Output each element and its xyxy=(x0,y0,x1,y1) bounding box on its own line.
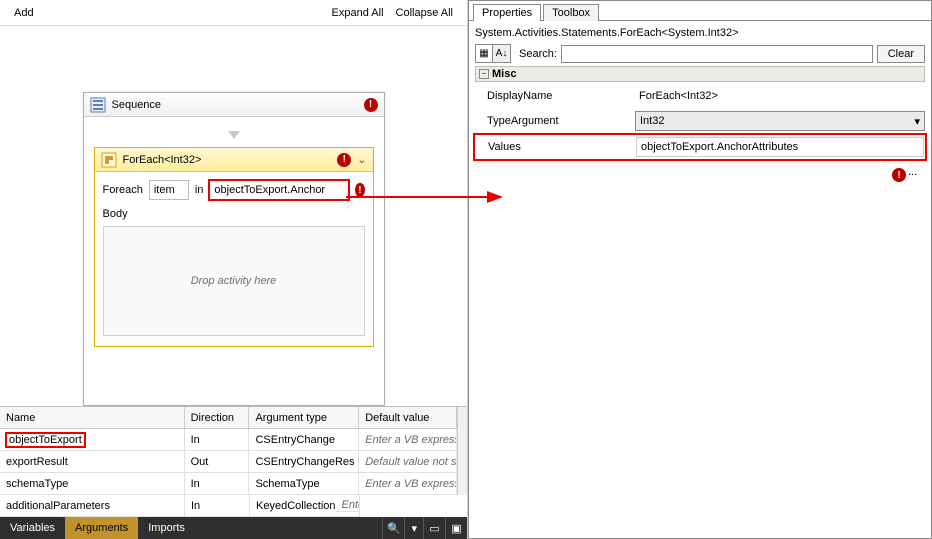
sequence-icon xyxy=(90,97,106,113)
col-direction[interactable]: Direction xyxy=(185,407,250,429)
error-icon: ! xyxy=(337,153,351,167)
error-icon: ! xyxy=(364,98,378,112)
category-label: Misc xyxy=(492,68,516,80)
prop-value-input[interactable]: objectToExport.AnchorAttributes xyxy=(636,137,924,157)
prop-name: Values xyxy=(476,141,636,153)
properties-tabstrip: Properties Toolbox xyxy=(473,3,931,20)
prop-value-dropdown[interactable]: Int32 ▾ xyxy=(635,111,925,131)
add-button[interactable]: Add xyxy=(8,7,40,19)
category-misc[interactable]: − Misc xyxy=(475,66,925,82)
table-row[interactable]: additionalParametersInKeyedCollectionEnt… xyxy=(0,495,467,517)
arg-name[interactable]: objectToExport xyxy=(0,429,185,451)
arg-default[interactable]: Enter a VB express xyxy=(359,473,457,495)
expand-all-button[interactable]: Expand All xyxy=(326,7,390,19)
sequence-title: Sequence xyxy=(112,99,364,111)
foreach-activity[interactable]: ForEach<Int32> ! ⌄ Foreach item in objec… xyxy=(94,147,374,347)
arg-direction[interactable]: In xyxy=(185,495,250,517)
arg-type[interactable]: CSEntryChange xyxy=(249,429,359,451)
property-search-row: ▦ A↓ Search: Clear xyxy=(475,44,925,63)
error-icon: ! xyxy=(892,168,906,182)
sequence-header[interactable]: Sequence ! xyxy=(84,93,384,117)
collapse-all-button[interactable]: Collapse All xyxy=(390,7,459,19)
drop-indicator-icon xyxy=(228,131,240,139)
arg-type[interactable]: CSEntryChangeRes xyxy=(249,451,359,473)
in-label: in xyxy=(195,184,204,196)
designer-canvas[interactable]: Sequence ! ForEach<Int32> ! ⌄ xyxy=(0,26,467,406)
prop-displayname[interactable]: DisplayName ForEach<Int32> xyxy=(475,85,925,107)
collapse-icon[interactable]: − xyxy=(479,69,489,79)
fit-icon[interactable]: ▣ xyxy=(445,517,467,539)
arguments-panel: Name Direction Argument type Default val… xyxy=(0,406,467,517)
zoom-percent[interactable]: ▾ xyxy=(404,517,423,539)
body-drop-zone[interactable]: Drop activity here xyxy=(103,226,365,336)
chevron-down-icon: ▾ xyxy=(914,115,920,128)
prop-name: TypeArgument xyxy=(475,115,635,127)
designer-pane: Add Expand All Collapse All Sequence ! xyxy=(0,0,468,539)
alphabetical-icon[interactable]: A↓ xyxy=(493,45,510,62)
values-expression-input[interactable]: objectToExport.Anchor xyxy=(209,180,349,200)
tab-imports[interactable]: Imports xyxy=(138,517,195,539)
prop-values[interactable]: Values objectToExport.AnchorAttributes xyxy=(476,136,924,158)
bottom-tab-bar: Variables Arguments Imports 🔍 ▾ ▭ ▣ xyxy=(0,517,467,539)
tab-arguments[interactable]: Arguments xyxy=(65,517,138,539)
foreach-header[interactable]: ForEach<Int32> ! ⌄ xyxy=(95,148,373,172)
properties-pane: Properties Toolbox System.Activities.Sta… xyxy=(468,0,932,539)
chevron-down-icon[interactable]: ⌄ xyxy=(357,153,366,166)
arg-default[interactable]: Enter a VB express xyxy=(359,429,457,451)
foreach-expression-row: Foreach item in objectToExport.Anchor ! xyxy=(95,172,373,208)
sort-mode-toggle[interactable]: ▦ A↓ xyxy=(475,44,511,63)
prop-values-highlight: Values objectToExport.AnchorAttributes xyxy=(475,135,925,159)
foreach-icon xyxy=(101,152,117,168)
tab-properties[interactable]: Properties xyxy=(473,4,541,21)
search-label: Search: xyxy=(519,48,557,60)
arg-type[interactable]: KeyedCollectionEnter a VB express xyxy=(250,495,360,517)
arg-direction[interactable]: Out xyxy=(185,451,250,473)
col-type[interactable]: Argument type xyxy=(249,407,359,429)
categorized-icon[interactable]: ▦ xyxy=(476,45,493,62)
table-row[interactable]: schemaTypeInSchemaTypeEnter a VB express xyxy=(0,473,467,495)
tab-toolbox[interactable]: Toolbox xyxy=(543,4,599,21)
overview-icon[interactable]: ▭ xyxy=(423,517,445,539)
property-search-input[interactable] xyxy=(561,45,873,63)
expression-editor-button[interactable]: ... xyxy=(908,166,917,178)
arg-default[interactable]: Enter a VB express xyxy=(336,499,361,512)
col-name[interactable]: Name xyxy=(0,407,185,429)
arg-name[interactable]: additionalParameters xyxy=(0,495,185,517)
arguments-header: Name Direction Argument type Default val… xyxy=(0,407,467,429)
foreach-title: ForEach<Int32> xyxy=(123,154,338,166)
arg-name[interactable]: schemaType xyxy=(0,473,185,495)
arg-type[interactable]: SchemaType xyxy=(249,473,359,495)
arg-name[interactable]: exportResult xyxy=(0,451,185,473)
foreach-label: Foreach xyxy=(103,184,143,196)
clear-search-button[interactable]: Clear xyxy=(877,45,925,63)
designer-toolbar: Add Expand All Collapse All xyxy=(0,0,467,26)
arg-default[interactable]: Default value not su xyxy=(359,451,457,473)
arg-direction[interactable]: In xyxy=(185,473,250,495)
arg-direction[interactable]: In xyxy=(185,429,250,451)
prop-typeargument[interactable]: TypeArgument Int32 ▾ xyxy=(475,110,925,132)
prop-name: DisplayName xyxy=(475,90,635,102)
error-icon: ! xyxy=(355,183,364,197)
search-icon[interactable]: 🔍 xyxy=(382,517,404,539)
selected-type: System.Activities.Statements.ForEach<Sys… xyxy=(475,25,925,41)
prop-value[interactable]: ForEach<Int32> xyxy=(635,86,925,106)
col-default[interactable]: Default value xyxy=(359,407,457,429)
table-row[interactable]: objectToExportInCSEntryChangeEnter a VB … xyxy=(0,429,467,451)
item-variable-input[interactable]: item xyxy=(149,180,189,200)
tab-variables[interactable]: Variables xyxy=(0,517,65,539)
body-label: Body xyxy=(95,208,373,226)
table-row[interactable]: exportResultOutCSEntryChangeResDefault v… xyxy=(0,451,467,473)
sequence-activity[interactable]: Sequence ! ForEach<Int32> ! ⌄ xyxy=(83,92,385,406)
